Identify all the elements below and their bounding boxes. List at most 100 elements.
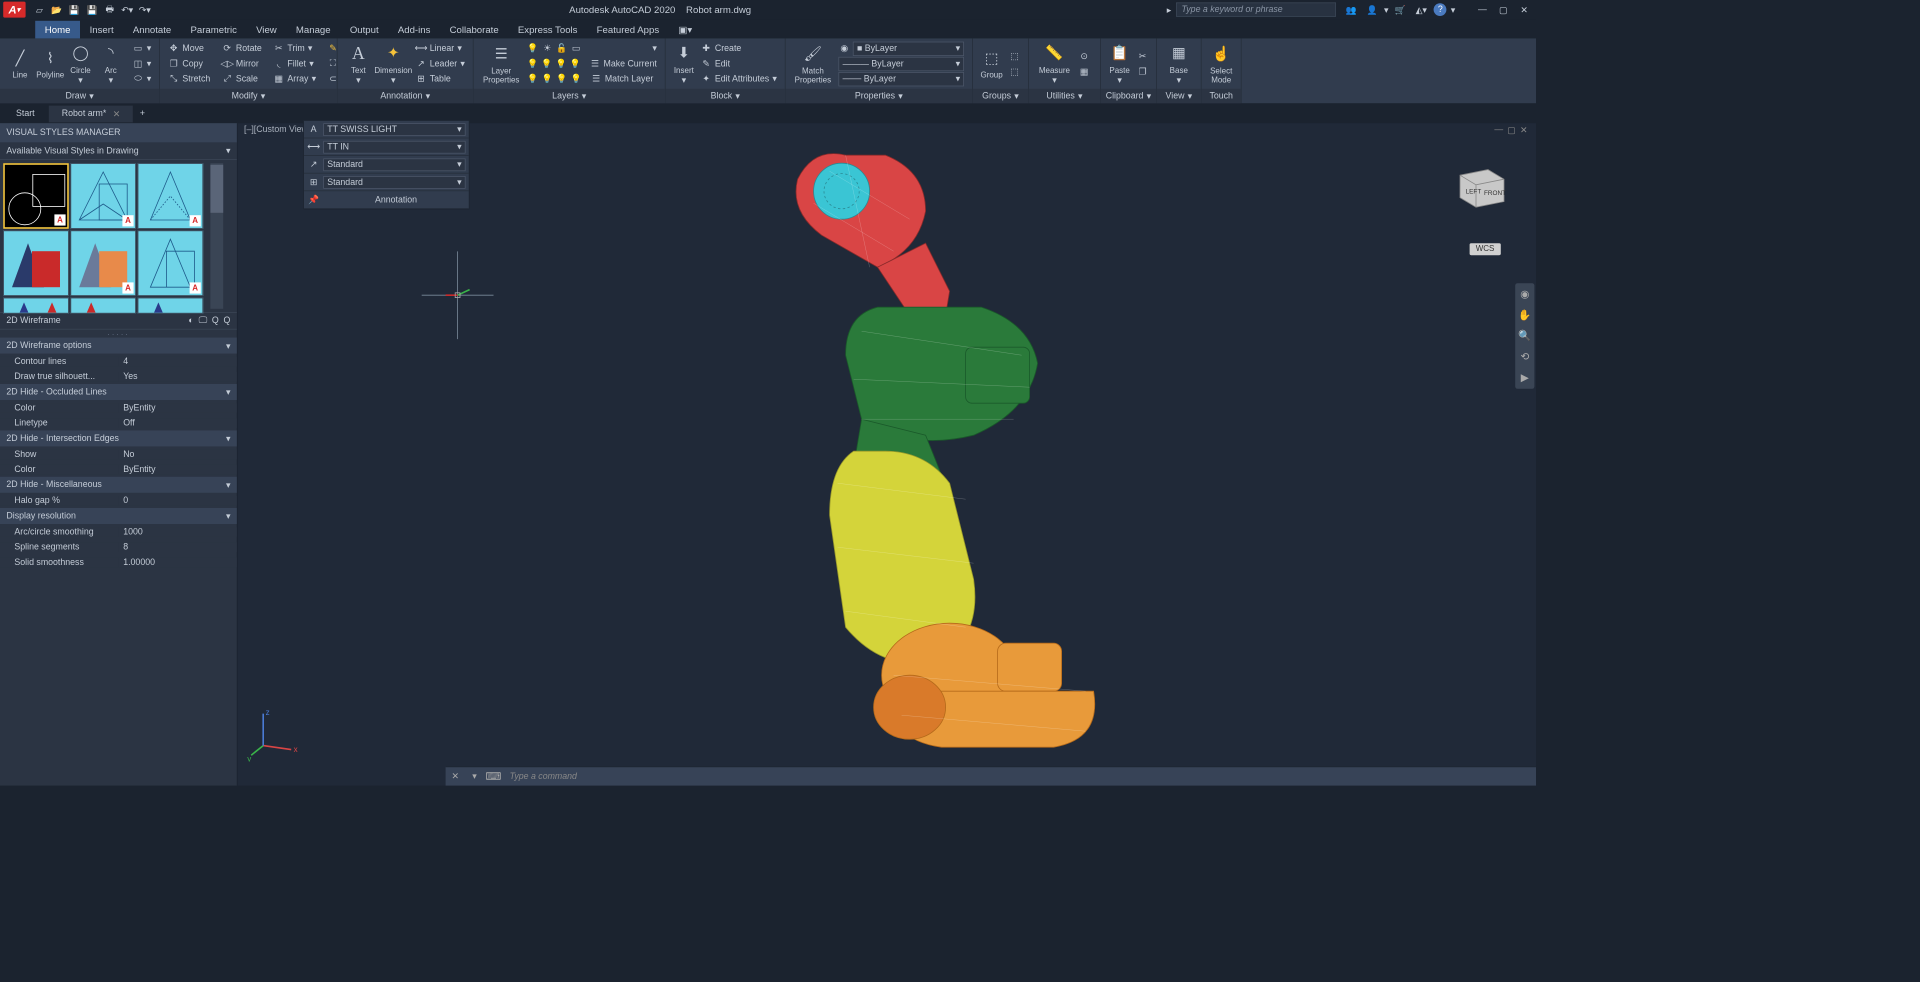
panel-draw-title[interactable]: Draw ▾ <box>0 89 159 103</box>
style-thumb-sketchy[interactable] <box>70 298 136 314</box>
saveas-icon[interactable]: 💾 <box>84 2 100 18</box>
vsm-available-header[interactable]: Available Visual Styles in Drawing▾ <box>0 142 237 160</box>
style-thumb-shaded[interactable]: A <box>70 230 136 296</box>
pin-icon[interactable]: 📌 <box>304 194 323 204</box>
help-dropdown[interactable]: ▾ <box>1451 4 1455 14</box>
help-icon[interactable]: ? <box>1434 3 1447 16</box>
command-line[interactable]: ✕ ▾ ⌨ Type a command <box>446 766 1536 785</box>
panel-groups-title[interactable]: Groups ▾ <box>973 89 1028 103</box>
panel-layers-title[interactable]: Layers ▾ <box>474 89 665 103</box>
drawing-viewport[interactable]: ATT SWISS LIGHT▾ ⟷TT IN▾ ↗Standard▾ ⊞Sta… <box>238 123 1536 785</box>
dim-style-dropdown[interactable]: TT IN▾ <box>323 140 465 153</box>
tab-manage[interactable]: Manage <box>286 21 340 39</box>
panel-properties-title[interactable]: Properties ▾ <box>786 89 972 103</box>
new-tab-button[interactable]: + <box>134 109 150 119</box>
lineweight-dropdown[interactable]: ——— ByLayer▾ <box>835 56 967 70</box>
restore-icon[interactable]: ▢ <box>1495 2 1511 18</box>
redo-icon[interactable]: ↷▾ <box>137 2 153 18</box>
tab-home[interactable]: Home <box>35 21 80 39</box>
cut-button[interactable]: ✂ <box>1134 49 1152 63</box>
panel-modify-title[interactable]: Modify ▾ <box>160 89 337 103</box>
copy-button[interactable]: ❐Copy <box>165 56 214 70</box>
vsm-title[interactable]: VISUAL STYLES MANAGER <box>0 123 237 142</box>
hatch-button[interactable]: ◫▾ <box>129 56 154 70</box>
rotate-button[interactable]: ⟳Rotate <box>218 41 265 55</box>
user-dropdown[interactable]: ▾ <box>1384 4 1388 14</box>
edit-attributes-button[interactable]: ✦Edit Attributes ▾ <box>697 72 780 86</box>
group-edit-button[interactable]: ⬚ <box>1006 64 1024 78</box>
circle-button[interactable]: ◯Circle▾ <box>65 40 95 86</box>
style-thumb-shades-of-gray[interactable] <box>3 298 69 314</box>
vsm-property-row[interactable]: ShowNo <box>0 446 237 461</box>
minimize-icon[interactable]: — <box>1474 2 1490 18</box>
group-button[interactable]: ⬚Group <box>978 40 1006 86</box>
linetype-dropdown[interactable]: ─── ByLayer▾ <box>835 72 967 86</box>
close-icon[interactable]: ✕ <box>1516 2 1532 18</box>
app-logo[interactable]: A▾ <box>3 2 25 18</box>
vsm-property-row[interactable]: ColorByEntity <box>0 462 237 477</box>
tab-annotate[interactable]: Annotate <box>123 21 181 39</box>
panel-clipboard-title[interactable]: Clipboard ▾ <box>1101 89 1156 103</box>
panel-touch-title[interactable]: Touch <box>1202 89 1241 103</box>
copy-clip-button[interactable]: ❐ <box>1134 64 1152 78</box>
new-icon[interactable]: ▱ <box>31 2 47 18</box>
vsm-scrollbar[interactable] <box>210 163 223 309</box>
vsm-section-header[interactable]: 2D Hide - Intersection Edges▾ <box>0 430 237 446</box>
color-dropdown[interactable]: ◉■ ByLayer▾ <box>835 41 967 55</box>
cmdline-options-icon[interactable]: ▾ <box>465 771 484 781</box>
signin-icon[interactable]: 👥 <box>1343 2 1359 18</box>
style-thumb-shaded-edges[interactable]: A <box>138 230 204 296</box>
tab-featured-apps[interactable]: Featured Apps <box>587 21 669 39</box>
paste-button[interactable]: 📋Paste▾ <box>1106 40 1134 86</box>
resize-grip[interactable]: ····· <box>0 330 237 338</box>
minimize-viewport-icon[interactable]: — <box>1494 125 1505 136</box>
mleader-style-dropdown[interactable]: Standard▾ <box>323 158 465 171</box>
close-viewport-icon[interactable]: ✕ <box>1520 125 1531 136</box>
panel-block-title[interactable]: Block ▾ <box>666 89 785 103</box>
fillet-button[interactable]: ◟Fillet ▾ <box>270 56 319 70</box>
steering-wheel-icon[interactable]: ◉ <box>1517 285 1533 304</box>
make-current-button[interactable]: 💡💡💡💡 ☰Make Current <box>524 56 660 70</box>
trim-button[interactable]: ✂Trim ▾ <box>270 41 319 55</box>
style-thumb-hidden[interactable]: A <box>138 163 204 229</box>
text-button[interactable]: AText▾ <box>342 40 374 86</box>
style-thumb-2d-wireframe[interactable]: A <box>3 163 69 229</box>
util2-button[interactable]: ▦ <box>1075 64 1093 78</box>
vsm-property-row[interactable]: Arc/circle smoothing1000 <box>0 524 237 539</box>
doc-tab-start[interactable]: Start <box>3 106 47 122</box>
rect-button[interactable]: ▭▾ <box>129 41 154 55</box>
edit-button[interactable]: ✎Edit <box>697 56 780 70</box>
insert-button[interactable]: ⬇Insert▾ <box>670 40 697 86</box>
text-style-dropdown[interactable]: TT SWISS LIGHT▾ <box>323 123 465 136</box>
vsm-property-row[interactable]: Spline segments8 <box>0 539 237 554</box>
showmotion-icon[interactable]: ▶ <box>1517 368 1533 387</box>
pan-icon[interactable]: ✋ <box>1517 306 1533 325</box>
stretch-button[interactable]: ⤡Stretch <box>165 72 214 86</box>
create-button[interactable]: ✚Create <box>697 41 780 55</box>
table-button[interactable]: ⊞Table <box>412 72 468 86</box>
vsm-property-row[interactable]: Draw true silhouett...Yes <box>0 369 237 384</box>
arc-button[interactable]: ◝Arc▾ <box>96 40 126 86</box>
util1-button[interactable]: ⊙ <box>1075 49 1093 63</box>
export-icon[interactable]: 🖵 <box>199 316 207 326</box>
tab-express-tools[interactable]: Express Tools <box>508 21 587 39</box>
vsm-section-header[interactable]: 2D Hide - Miscellaneous▾ <box>0 477 237 493</box>
mirror-button[interactable]: ◁▷Mirror <box>218 56 265 70</box>
close-icon[interactable]: ✕ <box>113 108 120 118</box>
base-button[interactable]: ▦Base▾ <box>1162 40 1196 86</box>
zoom-icon[interactable]: 🔍 <box>1517 326 1533 345</box>
vsm-property-row[interactable]: LinetypeOff <box>0 415 237 430</box>
polyline-button[interactable]: ⌇Polyline <box>35 40 65 86</box>
delete-icon[interactable]: Q <box>212 316 219 326</box>
help-search-input[interactable]: Type a keyword or phrase <box>1176 2 1336 16</box>
vsm-section-header[interactable]: Display resolution▾ <box>0 508 237 524</box>
vsm-section-header[interactable]: 2D Wireframe options▾ <box>0 338 237 354</box>
close-cmdline-icon[interactable]: ✕ <box>446 771 465 781</box>
panel-utilities-title[interactable]: Utilities ▾ <box>1029 89 1100 103</box>
doc-tab-file[interactable]: Robot arm*✕ <box>49 105 133 122</box>
save-icon[interactable]: 💾 <box>66 2 82 18</box>
view-cube[interactable]: LEFTFRONT <box>1448 163 1512 211</box>
panel-view-title[interactable]: View ▾ <box>1157 89 1201 103</box>
app-store-icon[interactable]: 🛒 <box>1392 2 1408 18</box>
style-thumb-conceptual[interactable]: A <box>70 163 136 229</box>
